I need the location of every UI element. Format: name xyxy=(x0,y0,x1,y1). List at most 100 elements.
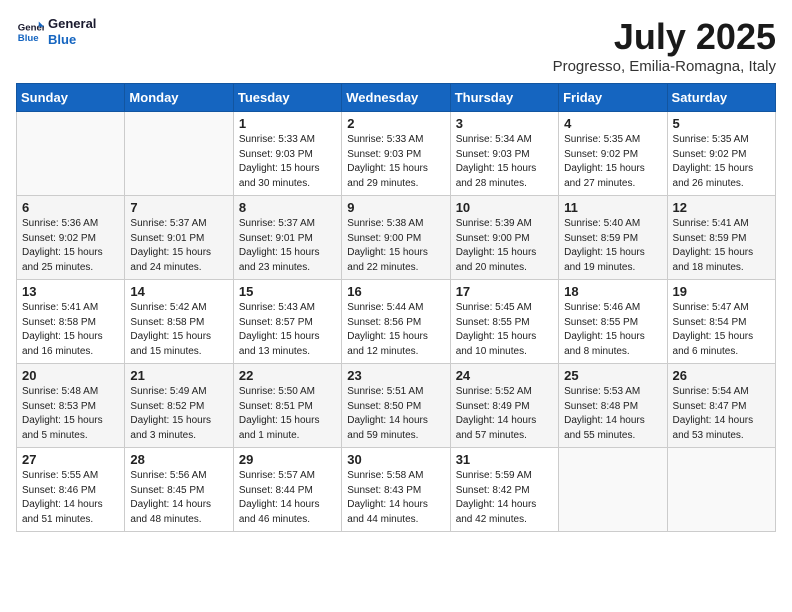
day-number: 18 xyxy=(564,284,661,299)
calendar-day-cell: 7 Sunrise: 5:37 AMSunset: 9:01 PMDaylight… xyxy=(125,196,233,280)
svg-text:Blue: Blue xyxy=(18,32,39,43)
calendar-day-cell: 16 Sunrise: 5:44 AMSunset: 8:56 PMDayligh… xyxy=(342,280,450,364)
calendar-day-cell: 30Sunrise: 5:58 AMSunset: 8:43 PMDayligh… xyxy=(342,448,450,532)
calendar-day-cell: 29 Sunrise: 5:57 AMSunset: 8:44 PMDayligh… xyxy=(233,448,341,532)
day-info: Sunrise: 5:41 AMSunset: 8:58 PMDaylight:… xyxy=(22,301,119,359)
day-info: Sunrise: 5:48 AMSunset: 8:53 PMDaylight:… xyxy=(22,385,119,443)
day-info: Sunrise: 5:51 AMSunset: 8:50 PMDaylight:… xyxy=(347,385,444,443)
day-number: 17 xyxy=(456,284,553,299)
day-number: 11 xyxy=(564,200,661,215)
calendar-day-cell xyxy=(125,112,233,196)
calendar-day-cell: 11 Sunrise: 5:40 AMSunset: 8:59 PMDayligh… xyxy=(559,196,667,280)
day-info: Sunrise: 5:49 AMSunset: 8:52 PMDaylight:… xyxy=(130,385,227,443)
calendar-day-cell: 8Sunrise: 5:37 AMSunset: 9:01 PMDaylight… xyxy=(233,196,341,280)
day-info: Sunrise: 5:50 AMSunset: 8:51 PMDaylight:… xyxy=(239,385,336,443)
day-info: Sunrise: 5:53 AMSunset: 8:48 PMDaylight:… xyxy=(564,385,661,443)
day-number: 26 xyxy=(673,368,770,383)
logo-general: General xyxy=(48,16,96,32)
day-number: 6 xyxy=(22,200,119,215)
calendar-day-cell: 5 Sunrise: 5:35 AMSunset: 9:02 PMDaylight… xyxy=(667,112,775,196)
day-number: 25 xyxy=(564,368,661,383)
calendar-week-row: 13 Sunrise: 5:41 AMSunset: 8:58 PMDayligh… xyxy=(17,280,776,364)
day-info: Sunrise: 5:43 AMSunset: 8:57 PMDaylight:… xyxy=(239,301,336,359)
calendar-day-cell: 4 Sunrise: 5:35 AMSunset: 9:02 PMDaylight… xyxy=(559,112,667,196)
day-number: 3 xyxy=(456,116,553,131)
day-number: 29 xyxy=(239,452,336,467)
day-info: Sunrise: 5:54 AMSunset: 8:47 PMDaylight:… xyxy=(673,385,770,443)
calendar-day-cell: 1 Sunrise: 5:33 AMSunset: 9:03 PMDaylight… xyxy=(233,112,341,196)
calendar-day-cell: 25 Sunrise: 5:53 AMSunset: 8:48 PMDayligh… xyxy=(559,364,667,448)
day-number: 22 xyxy=(239,368,336,383)
weekday-header-row: SundayMondayTuesdayWednesdayThursdayFrid… xyxy=(17,84,776,112)
day-info: Sunrise: 5:41 AMSunset: 8:59 PMDaylight:… xyxy=(673,217,770,275)
day-number: 14 xyxy=(130,284,227,299)
calendar-day-cell: 24Sunrise: 5:52 AMSunset: 8:49 PMDayligh… xyxy=(450,364,558,448)
day-number: 21 xyxy=(130,368,227,383)
day-info: Sunrise: 5:36 AMSunset: 9:02 PMDaylight:… xyxy=(22,217,119,275)
day-info: Sunrise: 5:37 AMSunset: 9:01 PMDaylight:… xyxy=(239,217,336,275)
calendar-day-cell: 9 Sunrise: 5:38 AMSunset: 9:00 PMDaylight… xyxy=(342,196,450,280)
calendar-week-row: 27Sunrise: 5:55 AMSunset: 8:46 PMDayligh… xyxy=(17,448,776,532)
day-number: 30 xyxy=(347,452,444,467)
calendar-day-cell: 3 Sunrise: 5:34 AMSunset: 9:03 PMDaylight… xyxy=(450,112,558,196)
day-number: 19 xyxy=(673,284,770,299)
month-year-title: July 2025 xyxy=(553,16,776,58)
calendar-day-cell: 15 Sunrise: 5:43 AMSunset: 8:57 PMDayligh… xyxy=(233,280,341,364)
calendar-day-cell: 26 Sunrise: 5:54 AMSunset: 8:47 PMDayligh… xyxy=(667,364,775,448)
day-number: 2 xyxy=(347,116,444,131)
calendar-day-cell: 27Sunrise: 5:55 AMSunset: 8:46 PMDayligh… xyxy=(17,448,125,532)
day-info: Sunrise: 5:34 AMSunset: 9:03 PMDaylight:… xyxy=(456,133,553,191)
calendar-day-cell: 18Sunrise: 5:46 AMSunset: 8:55 PMDayligh… xyxy=(559,280,667,364)
day-number: 4 xyxy=(564,116,661,131)
day-number: 5 xyxy=(673,116,770,131)
calendar-day-cell: 2 Sunrise: 5:33 AMSunset: 9:03 PMDaylight… xyxy=(342,112,450,196)
calendar-day-cell: 10 Sunrise: 5:39 AMSunset: 9:00 PMDayligh… xyxy=(450,196,558,280)
weekday-header-saturday: Saturday xyxy=(667,84,775,112)
calendar-day-cell: 20 Sunrise: 5:48 AMSunset: 8:53 PMDayligh… xyxy=(17,364,125,448)
location-subtitle: Progresso, Emilia-Romagna, Italy xyxy=(553,58,776,75)
weekday-header-tuesday: Tuesday xyxy=(233,84,341,112)
day-info: Sunrise: 5:33 AMSunset: 9:03 PMDaylight:… xyxy=(347,133,444,191)
day-info: Sunrise: 5:47 AMSunset: 8:54 PMDaylight:… xyxy=(673,301,770,359)
day-number: 10 xyxy=(456,200,553,215)
day-info: Sunrise: 5:38 AMSunset: 9:00 PMDaylight:… xyxy=(347,217,444,275)
day-number: 15 xyxy=(239,284,336,299)
day-number: 9 xyxy=(347,200,444,215)
day-number: 13 xyxy=(22,284,119,299)
day-info: Sunrise: 5:39 AMSunset: 9:00 PMDaylight:… xyxy=(456,217,553,275)
calendar-day-cell: 17Sunrise: 5:45 AMSunset: 8:55 PMDayligh… xyxy=(450,280,558,364)
calendar-day-cell xyxy=(667,448,775,532)
day-number: 28 xyxy=(130,452,227,467)
calendar-day-cell: 22 Sunrise: 5:50 AMSunset: 8:51 PMDayligh… xyxy=(233,364,341,448)
calendar-day-cell: 19 Sunrise: 5:47 AMSunset: 8:54 PMDayligh… xyxy=(667,280,775,364)
day-info: Sunrise: 5:56 AMSunset: 8:45 PMDaylight:… xyxy=(130,469,227,527)
day-info: Sunrise: 5:44 AMSunset: 8:56 PMDaylight:… xyxy=(347,301,444,359)
calendar-day-cell: 28 Sunrise: 5:56 AMSunset: 8:45 PMDayligh… xyxy=(125,448,233,532)
title-section: July 2025 Progresso, Emilia-Romagna, Ita… xyxy=(553,16,776,75)
day-number: 16 xyxy=(347,284,444,299)
day-number: 12 xyxy=(673,200,770,215)
weekday-header-friday: Friday xyxy=(559,84,667,112)
day-number: 20 xyxy=(22,368,119,383)
logo-blue: Blue xyxy=(48,32,96,48)
logo: General Blue General Blue xyxy=(16,16,96,47)
day-info: Sunrise: 5:35 AMSunset: 9:02 PMDaylight:… xyxy=(673,133,770,191)
calendar-week-row: 1 Sunrise: 5:33 AMSunset: 9:03 PMDaylight… xyxy=(17,112,776,196)
day-number: 23 xyxy=(347,368,444,383)
day-info: Sunrise: 5:57 AMSunset: 8:44 PMDaylight:… xyxy=(239,469,336,527)
day-info: Sunrise: 5:40 AMSunset: 8:59 PMDaylight:… xyxy=(564,217,661,275)
day-number: 7 xyxy=(130,200,227,215)
weekday-header-sunday: Sunday xyxy=(17,84,125,112)
logo-icon: General Blue xyxy=(16,18,44,46)
calendar-day-cell xyxy=(559,448,667,532)
calendar-day-cell: 14 Sunrise: 5:42 AMSunset: 8:58 PMDayligh… xyxy=(125,280,233,364)
day-info: Sunrise: 5:42 AMSunset: 8:58 PMDaylight:… xyxy=(130,301,227,359)
calendar-week-row: 20 Sunrise: 5:48 AMSunset: 8:53 PMDayligh… xyxy=(17,364,776,448)
weekday-header-wednesday: Wednesday xyxy=(342,84,450,112)
calendar-week-row: 6 Sunrise: 5:36 AMSunset: 9:02 PMDaylight… xyxy=(17,196,776,280)
day-info: Sunrise: 5:35 AMSunset: 9:02 PMDaylight:… xyxy=(564,133,661,191)
day-number: 1 xyxy=(239,116,336,131)
page-header: General Blue General Blue July 2025 Prog… xyxy=(16,16,776,75)
day-info: Sunrise: 5:33 AMSunset: 9:03 PMDaylight:… xyxy=(239,133,336,191)
day-info: Sunrise: 5:37 AMSunset: 9:01 PMDaylight:… xyxy=(130,217,227,275)
